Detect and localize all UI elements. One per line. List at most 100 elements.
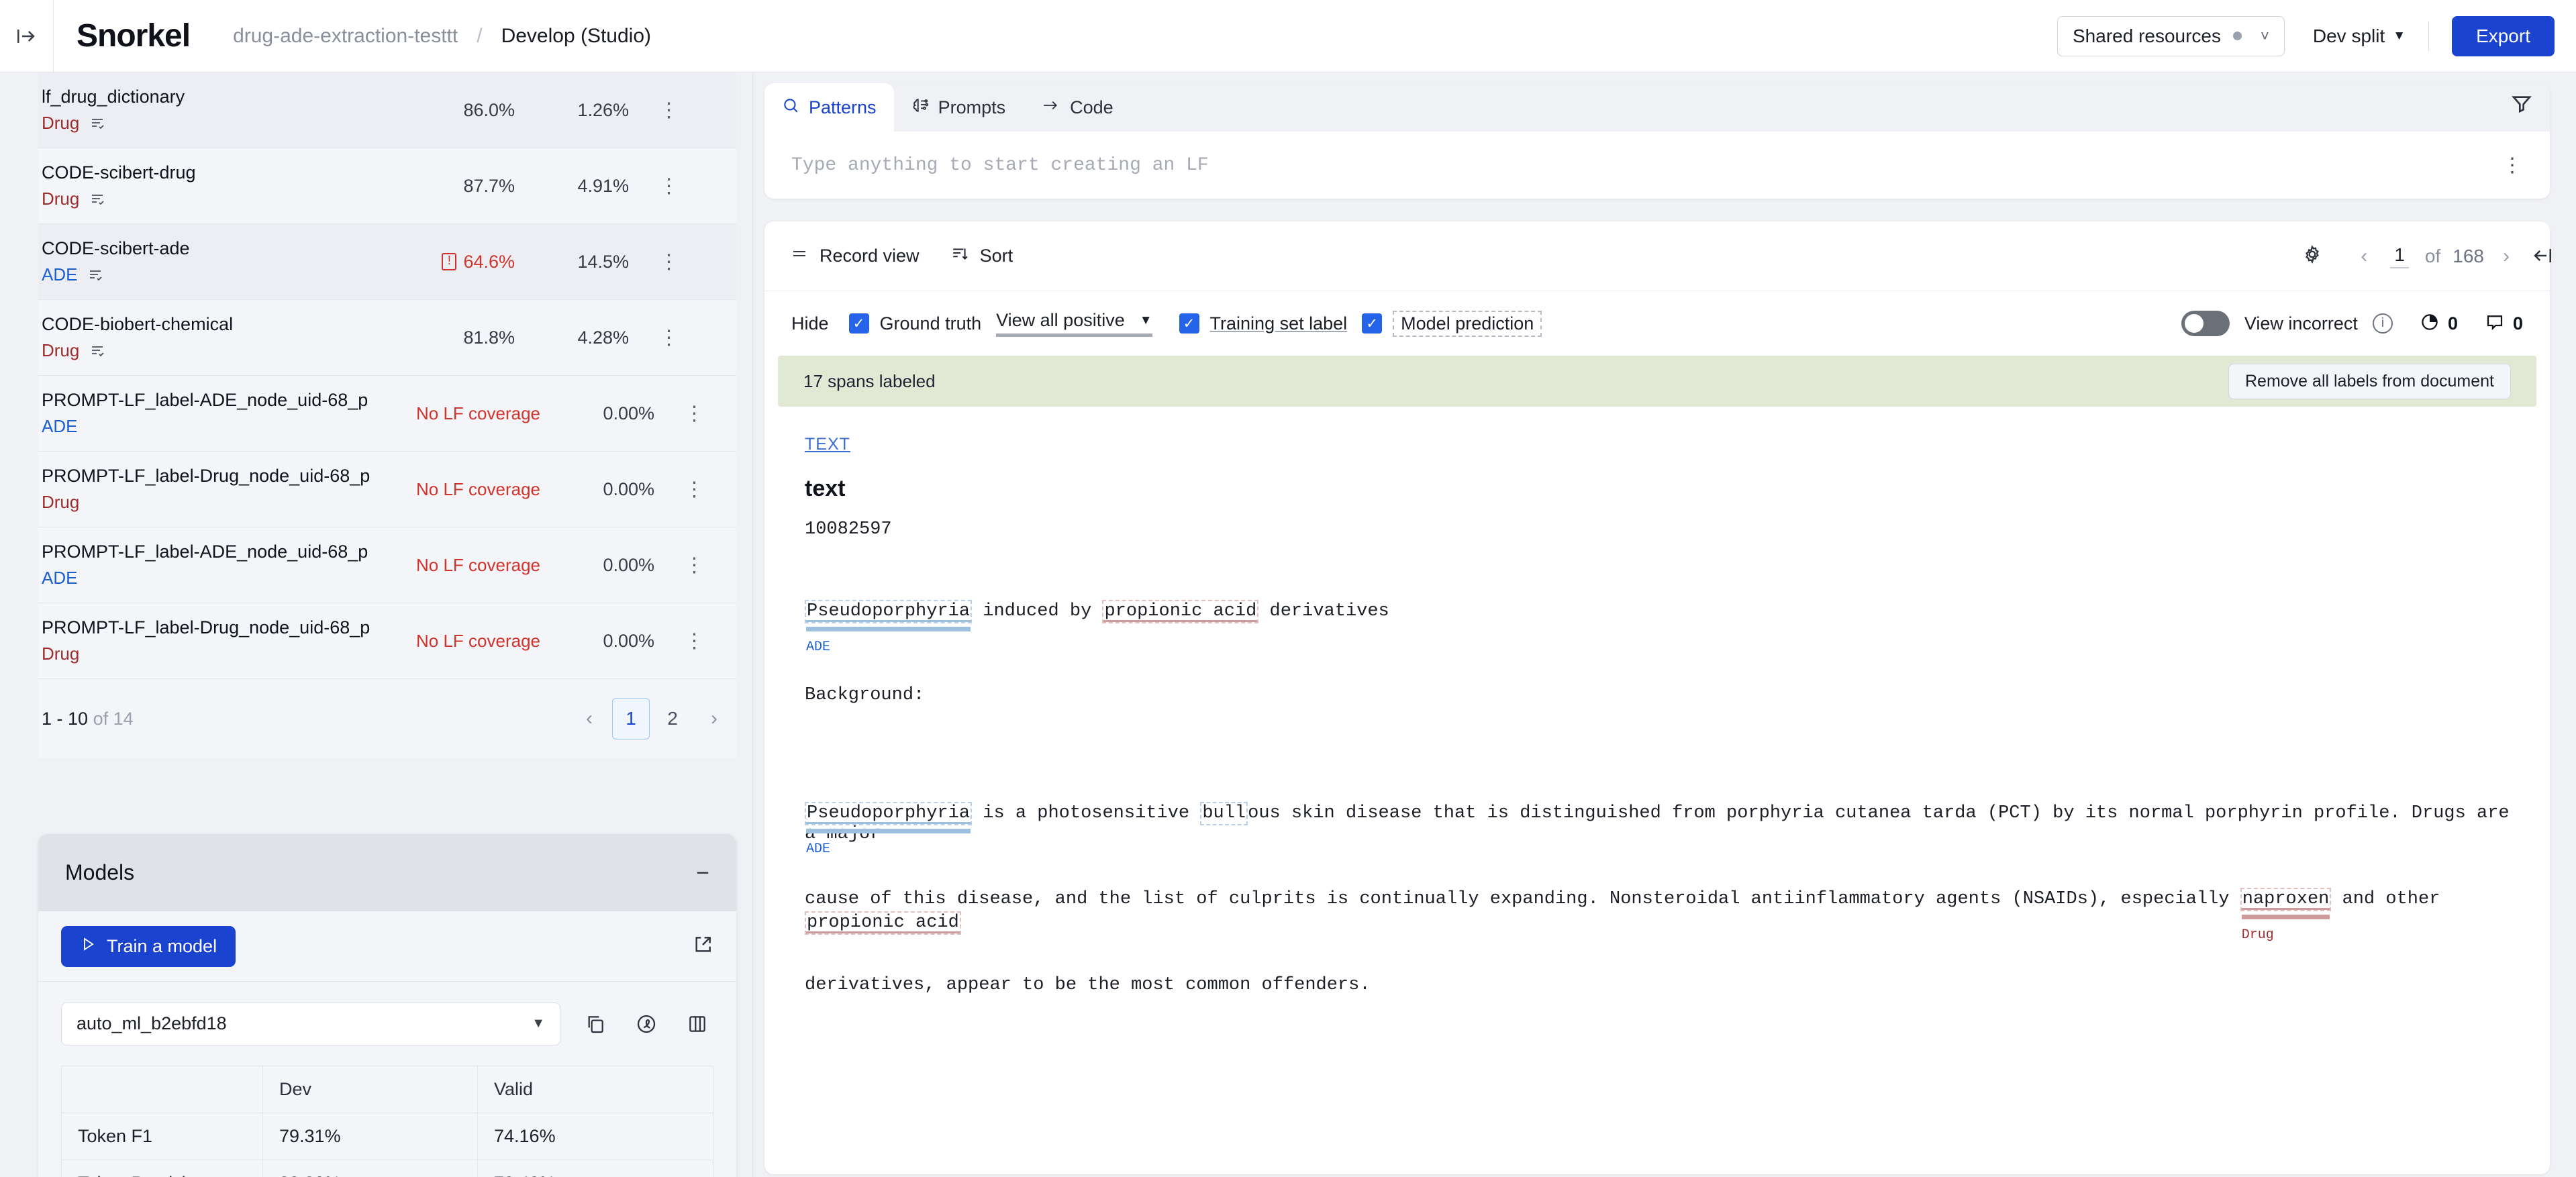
lf-name: PROMPT-LF_label-ADE_node_uid-68_p (42, 542, 368, 562)
span-annotation[interactable]: propionic acid (1102, 600, 1259, 623)
breadcrumb-project[interactable]: drug-ade-extraction-testtt (233, 25, 458, 48)
info-icon[interactable]: i (2372, 313, 2393, 334)
lf-identity: CODE-biobert-chemical Drug (42, 314, 374, 361)
collapse-right-panel-icon[interactable] (2524, 238, 2560, 274)
lf-precision: 86.0% (463, 99, 515, 120)
ground-truth-checkbox[interactable]: ✓ (848, 313, 869, 334)
lf-precision: 64.6% (374, 252, 515, 272)
filter-icon[interactable] (2511, 93, 2532, 117)
lf-label: Drug (42, 340, 80, 360)
lf-page-2-button[interactable]: 2 (654, 698, 691, 739)
plain-text: induced by (972, 601, 1103, 621)
view-incorrect-toggle[interactable] (2181, 311, 2230, 336)
lf-more-icon[interactable]: ⋮ (654, 402, 735, 425)
sort-button[interactable]: Sort (950, 245, 1013, 267)
gear-icon[interactable] (2301, 244, 2323, 268)
lf-input-more-icon[interactable]: ⋮ (2502, 154, 2523, 177)
split-label: Dev split (2312, 25, 2385, 46)
span-annotation[interactable]: propionic acid (805, 911, 961, 935)
lf-more-icon[interactable]: ⋮ (654, 554, 735, 577)
lf-more-icon[interactable]: ⋮ (654, 629, 735, 653)
document-line-5: derivatives, appear to be the most commo… (805, 976, 2510, 994)
document-line-1: Pseudoporphyria ADE induced by propionic … (805, 600, 2510, 654)
lf-precision: No LF coverage (416, 403, 540, 423)
lf-row[interactable]: PROMPT-LF_label-ADE_node_uid-68_p ADE No… (38, 376, 736, 452)
tag-icon[interactable] (630, 1013, 662, 1035)
span-annotation[interactable]: Pseudoporphyria ADE (805, 802, 973, 856)
ground-truth-filter[interactable]: ✓ Ground truth (848, 313, 981, 334)
lf-page-1-button[interactable]: 1 (612, 698, 650, 739)
train-model-button[interactable]: Train a model (61, 925, 236, 967)
tab-code[interactable]: Code (1023, 83, 1131, 132)
lf-coverage: 4.91% (577, 175, 629, 196)
lf-name: PROMPT-LF_label-Drug_node_uid-68_p (42, 617, 370, 637)
warning-icon (442, 252, 457, 270)
lf-row[interactable]: CODE-scibert-drug Drug 87.7% 4.91% ⋮ (38, 148, 736, 224)
columns-icon[interactable] (681, 1013, 713, 1035)
sidebar-collapse-icon[interactable] (0, 0, 54, 72)
training-set-label-label: Training set label (1209, 313, 1348, 334)
sort-label: Sort (979, 246, 1013, 266)
lf-next-page-button[interactable]: › (695, 700, 733, 737)
lf-identity: PROMPT-LF_label-ADE_node_uid-68_p ADE (42, 542, 374, 588)
chevron-down-icon: ˅ (2261, 27, 2269, 44)
status-dot-icon (2233, 32, 2242, 40)
lf-row[interactable]: PROMPT-LF_label-Drug_node_uid-68_p Drug … (38, 603, 736, 679)
span-annotation[interactable]: naproxen Drug (2240, 888, 2332, 942)
models-title: Models (65, 860, 135, 884)
training-set-label-checkbox[interactable]: ✓ (1179, 313, 1199, 334)
split-dropdown[interactable]: Dev split ▼ (2313, 25, 2406, 47)
comment-icon (2485, 312, 2505, 336)
models-collapse-button[interactable]: − (696, 862, 709, 884)
lf-more-icon[interactable]: ⋮ (629, 326, 709, 350)
tab-patterns[interactable]: Patterns (764, 83, 894, 132)
metric-dev-value: 79.31% (262, 1113, 478, 1160)
record-view-button[interactable]: Record view (790, 246, 920, 266)
lf-label-row: ADE (42, 568, 374, 588)
lf-filter-check-icon (89, 191, 107, 207)
shared-resources-dropdown[interactable]: Shared resources ˅ (2057, 15, 2285, 56)
lf-more-icon[interactable]: ⋮ (629, 174, 709, 198)
lf-filter-check-icon (89, 115, 107, 132)
lf-more-icon[interactable]: ⋮ (654, 478, 735, 501)
lf-more-icon[interactable]: ⋮ (629, 250, 709, 274)
document-line-4: cause of this disease, and the list of c… (805, 888, 2510, 942)
training-set-label-filter[interactable]: ✓ Training set label (1179, 313, 1348, 334)
view-positive-dropdown[interactable]: View all positive ▼ (996, 310, 1152, 337)
record-next-button[interactable]: › (2488, 238, 2524, 274)
copy-icon[interactable] (579, 1013, 611, 1035)
remove-all-labels-button[interactable]: Remove all labels from document (2228, 363, 2511, 399)
lf-row[interactable]: CODE-biobert-chemical Drug 81.8% 4.28% ⋮ (38, 300, 736, 376)
lf-precision: No LF coverage (416, 630, 540, 651)
lf-precision: No LF coverage (416, 478, 540, 499)
lf-row[interactable]: PROMPT-LF_label-ADE_node_uid-68_p ADE No… (38, 527, 736, 603)
span-tag: ADE (806, 841, 831, 857)
span-annotation[interactable]: Pseudoporphyria ADE (805, 600, 973, 654)
lf-more-icon[interactable]: ⋮ (629, 99, 709, 122)
model-select-dropdown[interactable]: auto_ml_b2ebfd18 ▼ (61, 1002, 560, 1045)
lf-pagination-nav: ‹ 1 2 › (571, 698, 733, 739)
lf-row[interactable]: lf_drug_dictionary Drug 86.0% 1.26% ⋮ (38, 72, 736, 148)
record-page-input[interactable]: 1 (2390, 244, 2409, 268)
model-prediction-filter[interactable]: ✓ Model prediction (1362, 310, 1542, 337)
tab-prompts[interactable]: Prompts (894, 83, 1024, 132)
export-button[interactable]: Export (2452, 15, 2555, 56)
lf-identity: lf_drug_dictionary Drug (42, 87, 374, 134)
lf-label: ADE (42, 568, 78, 588)
span-annotation[interactable]: bull (1200, 802, 1248, 825)
comment-count: 0 (2512, 313, 2523, 334)
brain-icon (911, 97, 929, 119)
lf-input[interactable]: Type anything to start creating an LF (791, 155, 1209, 176)
lf-row[interactable]: CODE-scibert-ade ADE 64.6% 14.5% ⋮ (38, 224, 736, 300)
lf-row[interactable]: PROMPT-LF_label-Drug_node_uid-68_p Drug … (38, 452, 736, 527)
left-sidebar: lf_drug_dictionary Drug 86.0% 1.26% ⋮ CO… (0, 72, 753, 1177)
lf-name: PROMPT-LF_label-Drug_node_uid-68_p (42, 466, 370, 486)
model-prediction-checkbox[interactable]: ✓ (1362, 313, 1383, 334)
record-prev-button[interactable]: ‹ (2346, 238, 2382, 274)
pie-chart-icon (2420, 312, 2440, 336)
metric-name: Token F1 (61, 1113, 263, 1160)
external-link-icon[interactable] (692, 934, 713, 959)
field-type-tag[interactable]: TEXT (805, 435, 2510, 454)
pie-stat: 0 (2420, 312, 2458, 336)
lf-prev-page-button[interactable]: ‹ (571, 700, 608, 737)
